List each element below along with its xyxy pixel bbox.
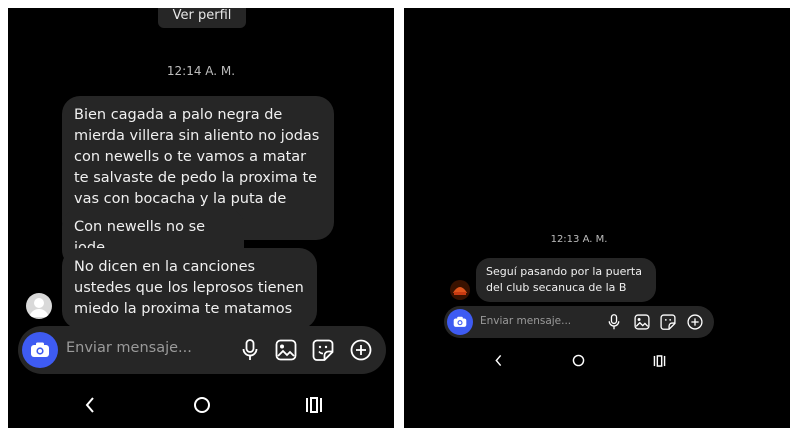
sticker-icon[interactable] — [660, 314, 676, 330]
left-chat-screenshot: Ver perfil 12:14 A. M. Bien cagada a pal… — [8, 8, 394, 428]
home-icon[interactable] — [572, 354, 585, 367]
sender-avatar[interactable] — [450, 280, 470, 300]
view-profile-button[interactable]: Ver perfil — [158, 8, 246, 28]
message-input[interactable]: Enviar mensaje... — [66, 340, 192, 356]
message-composer: Enviar mensaje... — [18, 326, 386, 374]
camera-button[interactable] — [447, 309, 473, 335]
camera-button[interactable] — [22, 332, 58, 368]
message-bubble[interactable]: No dicen en la canciones ustedes que los… — [62, 248, 317, 330]
sticker-icon[interactable] — [312, 339, 334, 361]
right-chat-screenshot: 12:13 A. M. Seguí pasando por la puerta … — [404, 8, 790, 428]
image-icon[interactable] — [275, 339, 297, 361]
message-timestamp: 12:13 A. M. — [550, 234, 608, 245]
back-icon[interactable] — [494, 354, 503, 367]
camera-icon — [453, 316, 467, 327]
back-icon[interactable] — [84, 396, 96, 414]
microphone-icon[interactable] — [242, 339, 258, 361]
plus-icon[interactable] — [687, 314, 703, 330]
message-input[interactable]: Enviar mensaje... — [480, 315, 571, 327]
default-avatar-icon — [29, 298, 49, 317]
microphone-icon[interactable] — [608, 314, 620, 330]
avatar-image-icon — [450, 280, 470, 300]
camera-icon — [31, 342, 49, 357]
recents-icon[interactable] — [305, 397, 323, 413]
message-timestamp: 12:14 A. M. — [166, 64, 236, 78]
message-bubble[interactable]: Seguí pasando por la puerta del club sec… — [476, 258, 656, 302]
recents-icon[interactable] — [653, 355, 666, 367]
plus-icon[interactable] — [350, 339, 372, 361]
home-icon[interactable] — [193, 396, 211, 414]
image-icon[interactable] — [634, 314, 650, 330]
message-composer: Enviar mensaje... — [444, 306, 714, 338]
sender-avatar[interactable] — [26, 293, 52, 319]
